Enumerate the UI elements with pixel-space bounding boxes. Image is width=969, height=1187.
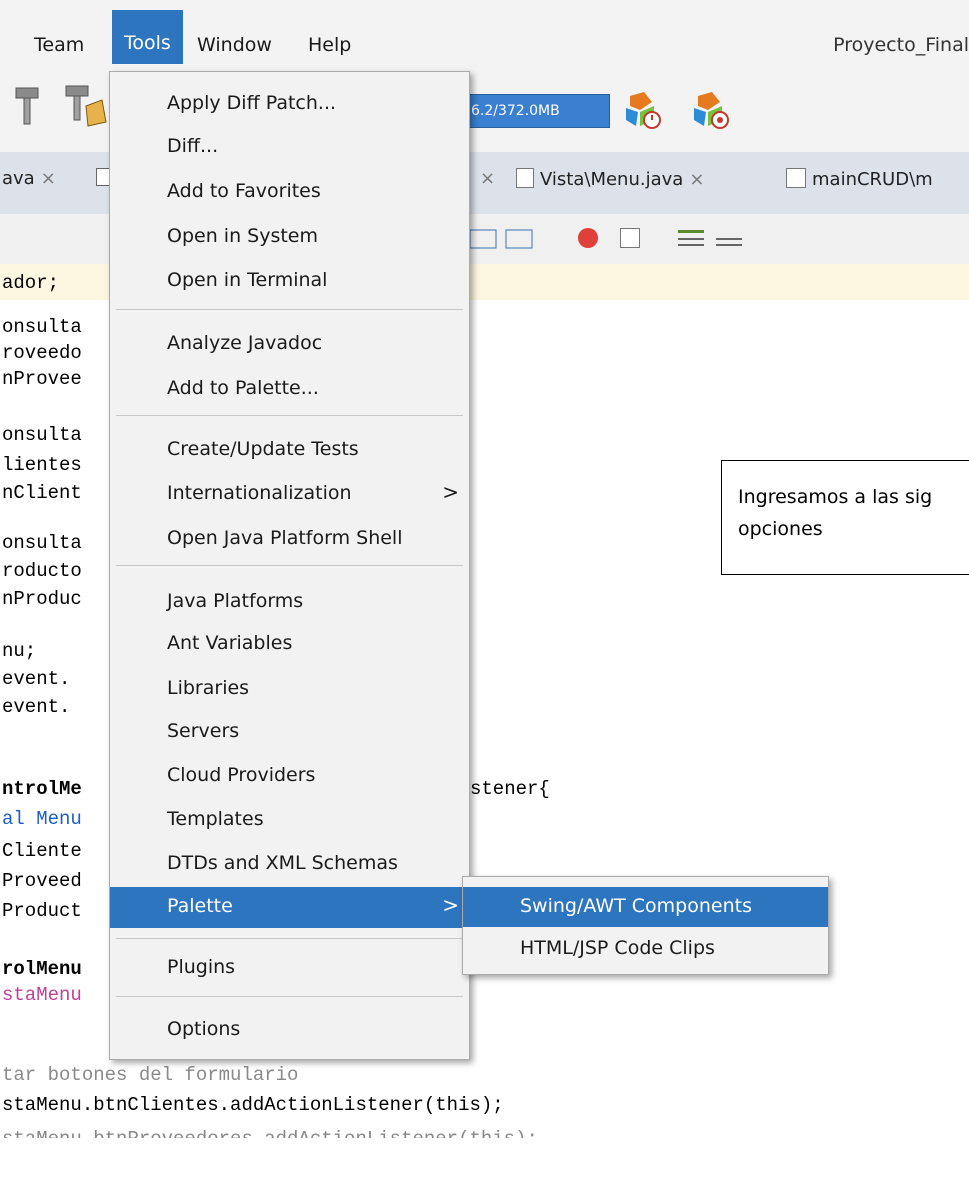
tab-label: Vista\Menu.java bbox=[540, 169, 684, 190]
tab-maincrud[interactable]: mainCRUD\m bbox=[786, 168, 933, 190]
menu-window[interactable]: Window bbox=[185, 18, 284, 64]
code-line: Product bbox=[2, 900, 82, 922]
code-line: onsulta bbox=[2, 424, 82, 446]
tab-vista-menu[interactable]: Vista\Menu.java × bbox=[516, 168, 704, 190]
tools-menu: Apply Diff Patch... Diff... Add to Favor… bbox=[109, 71, 470, 1060]
menu-item-open-java-platform-shell[interactable]: Open Java Platform Shell bbox=[110, 519, 469, 559]
close-icon[interactable]: × bbox=[480, 168, 495, 189]
callout-text: Ingresamos a las sig opciones bbox=[738, 486, 933, 540]
code-line: staMenu.btnClientes.addActionListener(th… bbox=[2, 1094, 504, 1116]
menu-item-analyze-javadoc[interactable]: Analyze Javadoc bbox=[110, 324, 469, 364]
menu-help[interactable]: Help bbox=[296, 18, 363, 64]
menu-item-add-to-palette[interactable]: Add to Palette... bbox=[110, 369, 469, 409]
code-line: ntrolMe bbox=[2, 778, 82, 800]
menu-item-templates[interactable]: Templates bbox=[110, 800, 469, 840]
menu-separator bbox=[116, 565, 463, 566]
menu-item-apply-diff-patch[interactable]: Apply Diff Patch... bbox=[110, 84, 469, 124]
code-line: nProvee bbox=[2, 368, 82, 390]
menu-item-diff[interactable]: Diff... bbox=[110, 127, 469, 167]
code-line: nProduc bbox=[2, 588, 82, 610]
memory-indicator[interactable]: 6.2/372.0MB bbox=[468, 94, 610, 128]
main-file-icon bbox=[786, 168, 806, 188]
menu-item-plugins[interactable]: Plugins bbox=[110, 948, 469, 988]
menu-item-options[interactable]: Options bbox=[110, 1010, 469, 1050]
gc-icon[interactable] bbox=[622, 90, 662, 130]
stop-macro-icon[interactable] bbox=[620, 228, 640, 248]
code-comment: tar botones del formulario bbox=[2, 1064, 299, 1086]
chevron-right-icon: > bbox=[442, 893, 459, 917]
code-line-fragment: stener{ bbox=[470, 778, 550, 800]
code-line: staMenu bbox=[2, 984, 82, 1006]
menu-tools[interactable]: Tools bbox=[112, 10, 183, 64]
code-line: nClient bbox=[2, 482, 82, 504]
menu-bar: Team Tools Window Help Proyecto_Final bbox=[0, 0, 969, 64]
code-line: onsulta bbox=[2, 532, 82, 554]
profile-icon[interactable] bbox=[690, 90, 730, 130]
code-line: Proveed bbox=[2, 870, 82, 892]
menu-item-internationalization[interactable]: Internationalization > bbox=[110, 474, 469, 514]
menu-item-cloud-providers[interactable]: Cloud Providers bbox=[110, 756, 469, 796]
menu-item-servers[interactable]: Servers bbox=[110, 712, 469, 752]
submenu-item-html-jsp-code-clips[interactable]: HTML/JSP Code Clips bbox=[463, 929, 828, 969]
record-macro-icon[interactable] bbox=[578, 228, 598, 248]
tab-label: mainCRUD\m bbox=[812, 169, 933, 190]
shift-line-icon[interactable] bbox=[468, 226, 538, 252]
tab-editor-3[interactable]: × bbox=[480, 168, 495, 189]
menu-item-create-update-tests[interactable]: Create/Update Tests bbox=[110, 430, 469, 470]
close-icon[interactable]: × bbox=[689, 169, 704, 190]
code-line: al Menu bbox=[2, 808, 82, 830]
code-line: ador; bbox=[2, 272, 60, 294]
menu-team[interactable]: Team bbox=[22, 18, 96, 64]
code-line: roducto bbox=[2, 560, 82, 582]
menu-item-dtds-xml-schemas[interactable]: DTDs and XML Schemas bbox=[110, 844, 469, 884]
code-line: Cliente bbox=[2, 840, 82, 862]
menu-item-java-platforms[interactable]: Java Platforms bbox=[110, 582, 469, 622]
menu-item-ant-variables[interactable]: Ant Variables bbox=[110, 624, 469, 664]
close-icon[interactable]: × bbox=[41, 168, 56, 189]
chevron-right-icon: > bbox=[442, 480, 459, 504]
menu-item-palette[interactable]: Palette > bbox=[110, 887, 469, 928]
menu-separator bbox=[116, 309, 463, 310]
code-line: event. bbox=[2, 668, 71, 690]
java-file-icon bbox=[516, 168, 534, 188]
menu-item-add-to-favorites[interactable]: Add to Favorites bbox=[110, 172, 469, 212]
tab-label: ava bbox=[2, 168, 35, 189]
clean-build-icon[interactable] bbox=[62, 82, 108, 130]
palette-submenu: Swing/AWT Components HTML/JSP Code Clips bbox=[462, 876, 829, 975]
comment-icon[interactable] bbox=[676, 226, 746, 252]
hammer-icon[interactable] bbox=[12, 84, 42, 128]
code-line: nu; bbox=[2, 640, 37, 662]
menu-item-open-in-terminal[interactable]: Open in Terminal bbox=[110, 261, 469, 301]
code-line: event. bbox=[2, 696, 71, 718]
annotation-callout: Ingresamos a las sig opciones bbox=[721, 460, 969, 575]
menu-separator bbox=[116, 938, 463, 939]
menu-item-libraries[interactable]: Libraries bbox=[110, 669, 469, 709]
menu-item-open-in-system[interactable]: Open in System bbox=[110, 217, 469, 257]
code-line-partial: staMenu.btnProveedores.addActionListener… bbox=[2, 1124, 538, 1138]
menu-separator bbox=[116, 996, 463, 997]
submenu-item-swing-awt-components[interactable]: Swing/AWT Components bbox=[463, 887, 828, 927]
menu-separator bbox=[116, 415, 463, 416]
tab-editor-1[interactable]: ava × bbox=[2, 168, 56, 189]
code-line: lientes bbox=[2, 454, 82, 476]
